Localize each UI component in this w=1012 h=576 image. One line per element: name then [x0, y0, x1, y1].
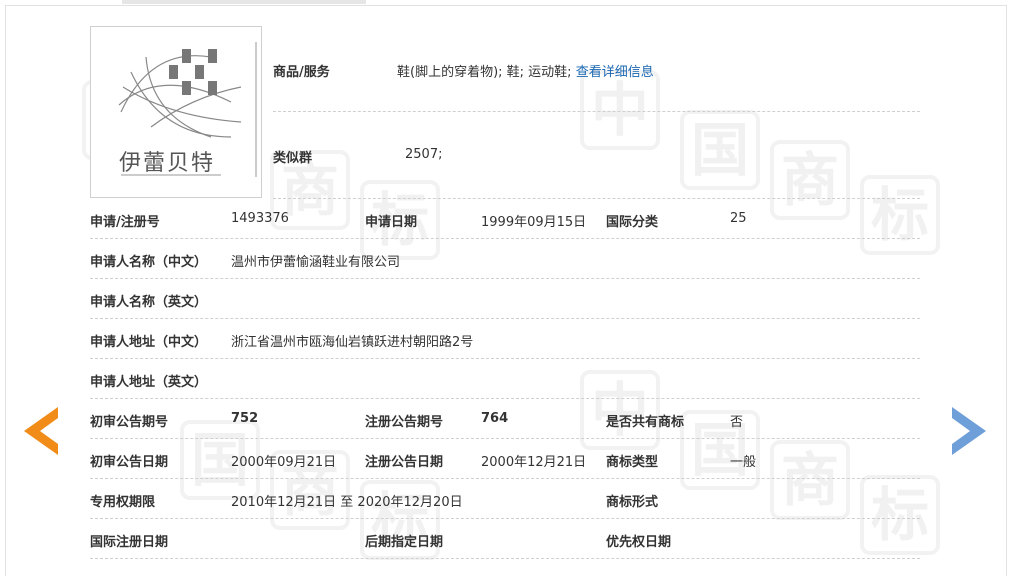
prelim-date-label: 初审公告日期 [90, 455, 169, 470]
reg-no-label: 申请/注册号 [90, 215, 160, 230]
divider [273, 198, 920, 199]
address-cn-label: 申请人地址（中文） [90, 335, 208, 350]
goods-label: 商品/服务 [273, 65, 330, 80]
prev-arrow-notch [40, 418, 58, 444]
divider [90, 558, 920, 559]
shared-label: 是否共有商标 [606, 415, 685, 430]
reg-no-value: 1493376 [231, 211, 289, 226]
view-details-link[interactable]: 查看详细信息 [576, 65, 654, 80]
divider [90, 438, 920, 439]
applicant-en-label: 申请人名称（英文） [90, 295, 208, 310]
shared-value: 否 [730, 415, 744, 430]
goods-text: 鞋(脚上的穿着物); 鞋; 运动鞋; [397, 65, 572, 80]
watermark-char: 国 [680, 110, 760, 190]
divider [90, 358, 920, 359]
divider [90, 518, 920, 519]
applicant-cn-value: 温州市伊蕾愉涵鞋业有限公司 [231, 255, 401, 270]
watermark-char: 商 [770, 140, 850, 220]
intl-class-value: 25 [730, 211, 747, 226]
term-label: 专用权期限 [90, 495, 156, 510]
term-value: 2010年12月21日 至 2020年12月20日 [231, 495, 463, 510]
apply-date-value: 1999年09月15日 [481, 215, 587, 230]
goods-value: 鞋(脚上的穿着物); 鞋; 运动鞋; 查看详细信息 [397, 61, 654, 80]
similar-group-label: 类似群 [273, 151, 313, 166]
divider [90, 478, 920, 479]
watermark-char: 标 [860, 475, 940, 555]
applicant-cn-label: 申请人名称（中文） [90, 255, 208, 270]
divider [273, 111, 920, 112]
watermark-char: 标 [860, 175, 940, 255]
watermark-char: 中 [580, 70, 660, 150]
intl-reg-date-label: 国际注册日期 [90, 535, 169, 550]
prelim-no-label: 初审公告期号 [90, 415, 169, 430]
address-cn-value: 浙江省温州市瓯海仙岩镇跃进村朝阳路2号 [231, 335, 474, 350]
reg-notice-date-label: 注册公告日期 [365, 455, 444, 470]
reg-notice-no-value: 764 [481, 411, 509, 426]
later-date-label: 后期指定日期 [365, 535, 444, 550]
priority-date-label: 优先权日期 [606, 535, 672, 550]
apply-date-label: 申请日期 [365, 215, 418, 230]
reg-notice-no-label: 注册公告期号 [365, 415, 444, 430]
watermark-char: 商 [770, 440, 850, 520]
divider [90, 318, 920, 319]
top-tab-strip [122, 0, 366, 4]
divider [90, 238, 920, 239]
divider [90, 398, 920, 399]
prelim-date-value: 2000年09月21日 [231, 455, 337, 470]
next-arrow-notch [952, 418, 970, 444]
mark-form-label: 商标形式 [606, 495, 659, 510]
mark-type-value: 一般 [730, 455, 757, 470]
mark-type-label: 商标类型 [606, 455, 659, 470]
prelim-no-value: 752 [231, 411, 259, 426]
reg-notice-date-value: 2000年12月21日 [481, 455, 587, 470]
similar-group-value: 2507; [405, 147, 443, 162]
intl-class-label: 国际分类 [606, 215, 659, 230]
trademark-logo-text: 伊蕾贝特 [119, 151, 216, 176]
address-en-label: 申请人地址（英文） [90, 375, 208, 390]
divider [90, 278, 920, 279]
trademark-logo-image[interactable]: 伊蕾贝特 [90, 26, 262, 198]
